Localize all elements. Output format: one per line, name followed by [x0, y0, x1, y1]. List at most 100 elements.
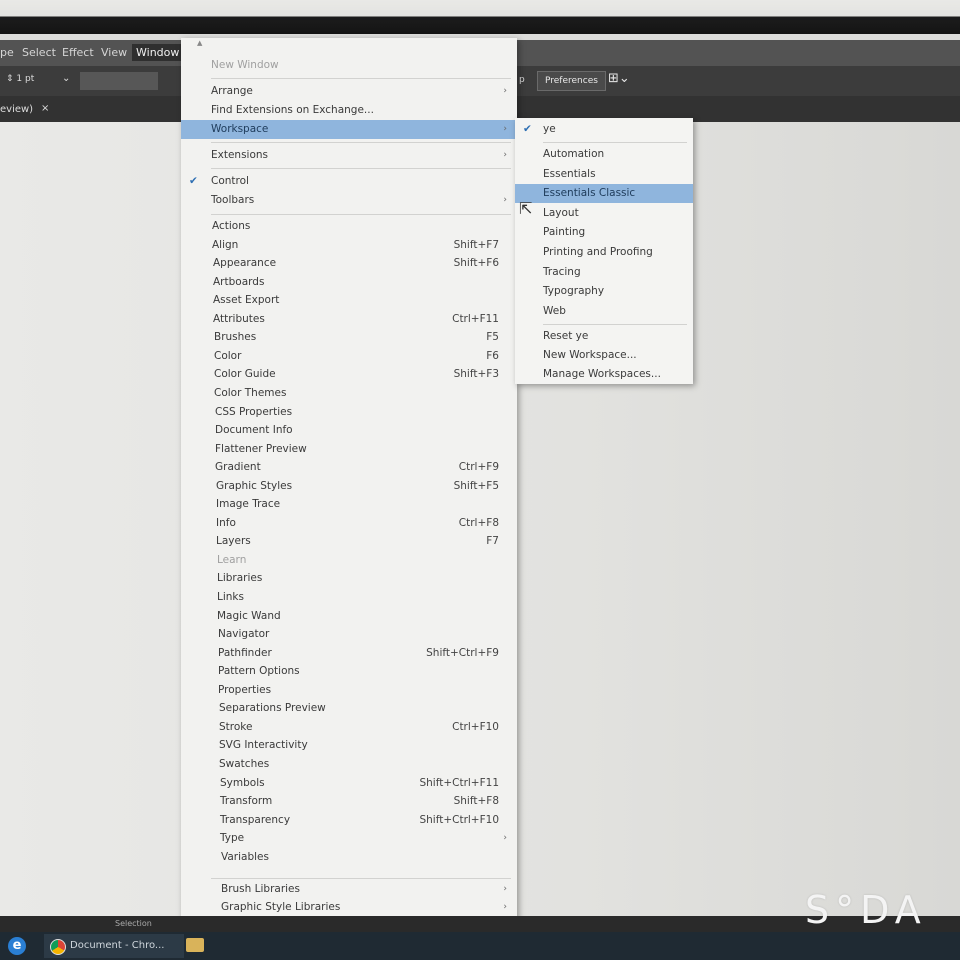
menu-item-graphic-styles[interactable]: Graphic Styles Shift+F5 [181, 477, 517, 496]
menu-item-toolbars[interactable]: Toolbars › [181, 191, 517, 210]
file-explorer-icon[interactable] [186, 938, 204, 952]
menu-item-asset-export[interactable]: Asset Export [181, 291, 517, 310]
workspace-item-typography[interactable]: Typography [515, 282, 693, 301]
document-tab-label[interactable]: eview) [0, 104, 33, 115]
menu-item-control[interactable]: ✔ Control [181, 172, 517, 191]
menu-item-label: Pathfinder [218, 647, 272, 659]
close-icon[interactable]: × [41, 103, 49, 114]
menu-item-gradient[interactable]: Gradient Ctrl+F9 [181, 458, 517, 477]
stroke-profile-input[interactable] [80, 72, 158, 90]
menu-item-label: Layers [216, 535, 251, 547]
menu-item-flattener-preview[interactable]: Flattener Preview [181, 440, 517, 459]
menu-item-layers[interactable]: Layers F7 [181, 532, 517, 551]
menu-effect[interactable]: Effect [62, 46, 94, 59]
menu-item-magic-wand[interactable]: Magic Wand [181, 607, 517, 626]
menu-item-transform[interactable]: Transform Shift+F8 [181, 792, 517, 811]
menu-item-label: Magic Wand [217, 610, 281, 622]
menu-item-workspace[interactable]: Workspace › [181, 120, 517, 139]
arrange-documents-icon[interactable]: ⊞⌄ [608, 71, 630, 86]
menu-item-label: New Window [211, 59, 279, 71]
menu-item-pattern-options[interactable]: Pattern Options [181, 662, 517, 681]
menu-item-label: Properties [218, 684, 272, 696]
menu-item-css-properties[interactable]: CSS Properties [181, 403, 517, 422]
shortcut-label: Shift+F3 [453, 368, 499, 380]
chevron-right-icon: › [503, 884, 507, 894]
menu-item-pathfinder[interactable]: Pathfinder Shift+Ctrl+F9 [181, 644, 517, 663]
menu-item-color-themes[interactable]: Color Themes [181, 384, 517, 403]
menu-item-brushes[interactable]: Brushes F5 [181, 328, 517, 347]
shortcut-label: Shift+F8 [453, 795, 499, 807]
menu-item-actions[interactable]: Actions [181, 217, 517, 236]
menu-item-image-trace[interactable]: Image Trace [181, 495, 517, 514]
menu-item-document-info[interactable]: Document Info [181, 421, 517, 440]
menu-select[interactable]: Select [22, 46, 56, 59]
workspace-action-reset-ye[interactable]: Reset ye [515, 327, 693, 346]
menu-type[interactable]: pe [0, 46, 14, 59]
shortcut-label: Shift+Ctrl+F9 [426, 647, 499, 659]
menu-item-label: Graphic Styles [216, 480, 293, 492]
preferences-button[interactable]: Preferences [537, 71, 606, 91]
chevron-right-icon: › [503, 86, 507, 96]
menu-item-transparency[interactable]: Transparency Shift+Ctrl+F10 [181, 811, 517, 830]
menu-item-find-extensions-on-exchange[interactable]: Find Extensions on Exchange... [181, 101, 517, 120]
menu-item-align[interactable]: Align Shift+F7 [181, 236, 517, 255]
menu-window[interactable]: Window [132, 44, 184, 61]
internet-explorer-icon[interactable]: e [8, 937, 26, 955]
shortcut-label: Shift+F7 [453, 239, 499, 251]
menu-item-info[interactable]: Info Ctrl+F8 [181, 514, 517, 533]
shortcut-label: F5 [486, 331, 499, 343]
workspace-item-printing-and-proofing[interactable]: Printing and Proofing [515, 243, 693, 262]
menu-item-separations-preview[interactable]: Separations Preview [181, 699, 517, 718]
workspace-item-automation[interactable]: Automation [515, 145, 693, 164]
menu-item-libraries[interactable]: Libraries [181, 569, 517, 588]
menu-item-attributes[interactable]: Attributes Ctrl+F11 [181, 310, 517, 329]
stroke-weight-value: 1 pt [16, 74, 35, 84]
workspace-item-essentials-classic[interactable]: Essentials Classic [515, 184, 693, 203]
menu-item-appearance[interactable]: Appearance Shift+F6 [181, 254, 517, 273]
menu-item-label: Web [543, 305, 566, 317]
menu-item-swatches[interactable]: Swatches [181, 755, 517, 774]
menu-item-properties[interactable]: Properties [181, 681, 517, 700]
soda-watermark: S°DA [805, 888, 927, 932]
workspace-item-painting[interactable]: Painting [515, 223, 693, 242]
menu-item-type[interactable]: Type › [181, 829, 517, 848]
workspace-action-manage-workspaces[interactable]: Manage Workspaces... [515, 365, 693, 384]
scroll-up-icon[interactable]: ▲ [181, 38, 517, 48]
menu-item-label: Reset ye [543, 330, 589, 342]
menu-item-label: ye [543, 123, 556, 135]
menu-item-learn: Learn [181, 551, 517, 570]
menu-item-label: Stroke [219, 721, 253, 733]
menu-item-stroke[interactable]: Stroke Ctrl+F10 [181, 718, 517, 737]
menu-item-brush-libraries[interactable]: Brush Libraries › [181, 880, 517, 899]
menu-item-label: Workspace [211, 123, 269, 135]
workspace-action-new-workspace[interactable]: New Workspace... [515, 346, 693, 365]
menu-item-variables[interactable]: Variables [181, 848, 517, 867]
workspace-item-layout[interactable]: Layout [515, 204, 693, 223]
workspace-item-web[interactable]: Web [515, 302, 693, 321]
menu-view[interactable]: View [101, 46, 127, 59]
menu-item-graphic-style-libraries[interactable]: Graphic Style Libraries › [181, 898, 517, 917]
menu-item-label: Navigator [218, 628, 270, 640]
menu-item-label: Extensions [211, 149, 269, 161]
menu-item-label: Find Extensions on Exchange... [211, 104, 374, 116]
menu-item-color-guide[interactable]: Color Guide Shift+F3 [181, 365, 517, 384]
menu-item-symbols[interactable]: Symbols Shift+Ctrl+F11 [181, 774, 517, 793]
stroke-weight-field[interactable]: ⇕ 1 pt [6, 74, 34, 84]
workspace-item-essentials[interactable]: Essentials [515, 165, 693, 184]
menu-item-label: Separations Preview [219, 702, 326, 714]
menu-item-label: Libraries [217, 572, 263, 584]
menu-item-label: Image Trace [216, 498, 281, 510]
menu-item-links[interactable]: Links [181, 588, 517, 607]
workspace-item-tracing[interactable]: Tracing [515, 263, 693, 282]
menu-item-artboards[interactable]: Artboards [181, 273, 517, 292]
menu-item-color[interactable]: Color F6 [181, 347, 517, 366]
menu-item-label: Artboards [213, 276, 265, 288]
menu-item-extensions[interactable]: Extensions › [181, 146, 517, 165]
chevron-right-icon: › [503, 124, 507, 134]
menu-item-navigator[interactable]: Navigator [181, 625, 517, 644]
workspace-item-current[interactable]: ✔ ye [515, 120, 693, 139]
chevron-down-icon[interactable]: ⌄ [62, 73, 70, 84]
menu-item-svg-interactivity[interactable]: SVG Interactivity [181, 736, 517, 755]
menu-item-arrange[interactable]: Arrange › [181, 82, 517, 101]
menu-item-label: CSS Properties [215, 406, 293, 418]
